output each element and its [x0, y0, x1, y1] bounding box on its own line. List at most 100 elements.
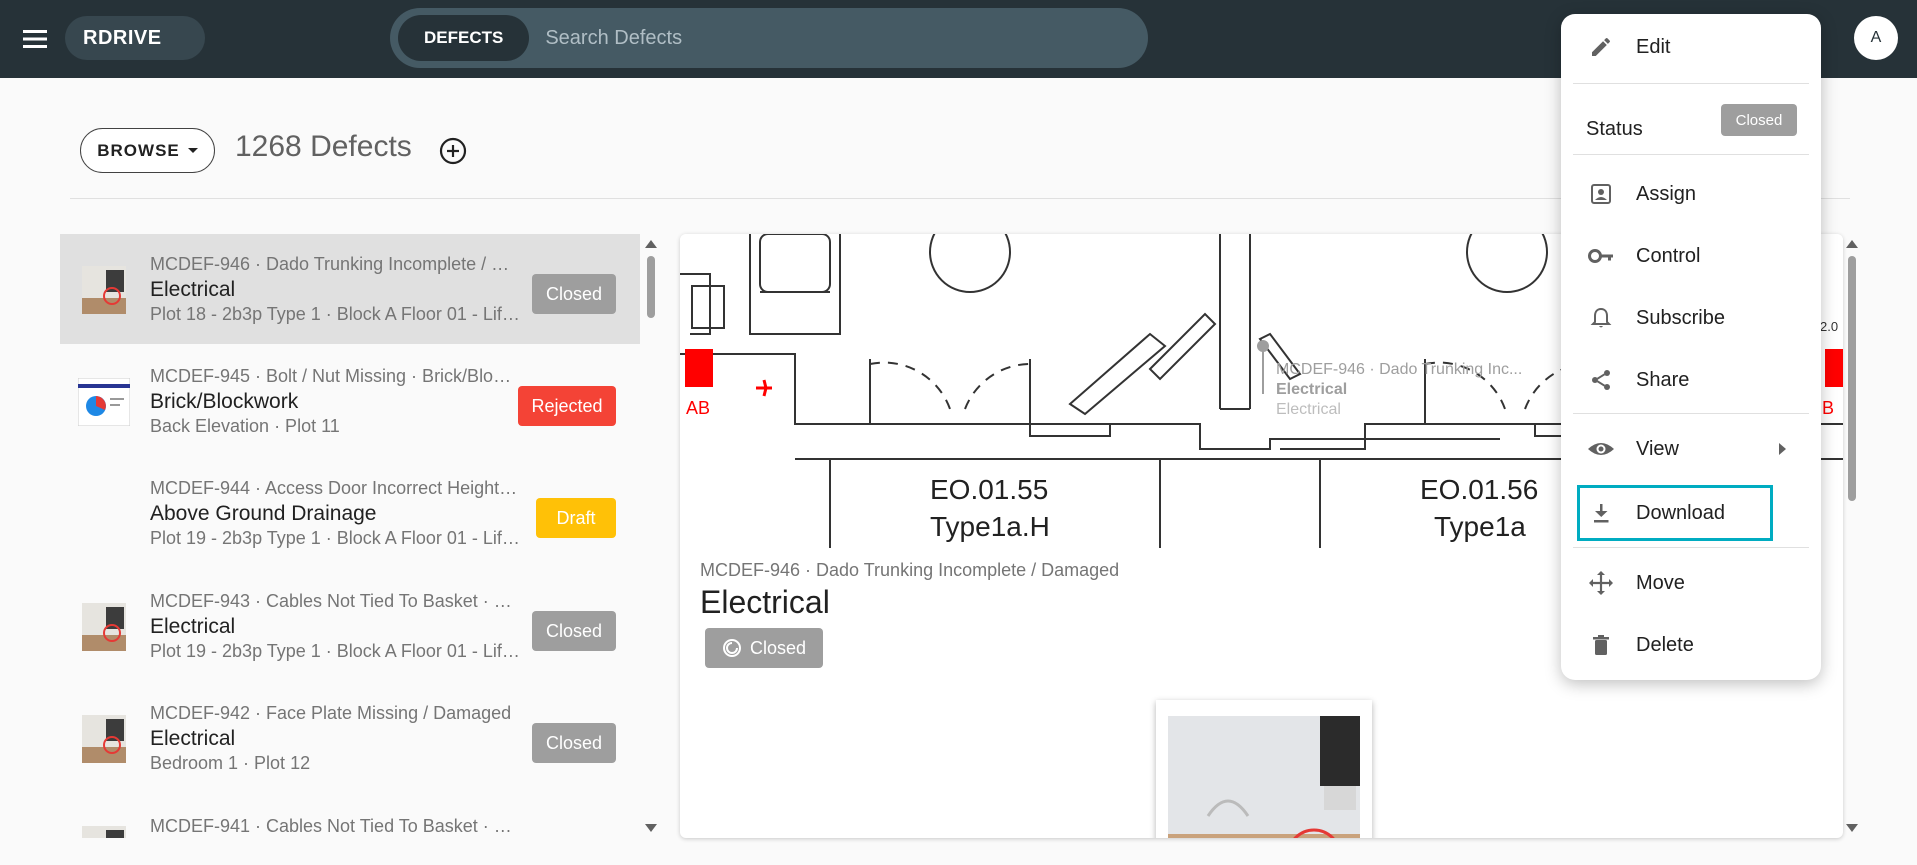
hamburger-menu-button[interactable]: [18, 22, 52, 56]
list-scrollbar-thumb[interactable]: [647, 256, 655, 318]
defect-location: Plot 19 - 2b3p Type 1 · Block A Floor 01…: [150, 528, 520, 548]
app-logo[interactable]: RDRIVE: [65, 16, 205, 60]
menu-divider: [1573, 83, 1809, 84]
list-item[interactable]: MCDEF-943 · Cables Not Tied To Basket · …: [60, 571, 640, 681]
defect-location: Bedroom 1 · Plot 12: [150, 753, 311, 773]
chevron-right-icon: [1779, 443, 1786, 455]
user-avatar[interactable]: A: [1854, 16, 1898, 60]
share-icon: [1587, 366, 1615, 394]
detail-defect-title: Electrical: [700, 584, 830, 620]
room-type-1: Type1a.H: [930, 511, 1050, 542]
assign-person-icon: [1587, 180, 1615, 208]
bell-icon: [1587, 304, 1615, 332]
list-item[interactable]: MCDEF-942 · Face Plate Missing / Damaged…: [60, 683, 640, 793]
detail-scroll-down-arrow[interactable]: [1846, 824, 1858, 832]
status-badge: Closed: [532, 723, 616, 763]
detail-status-badge: Closed: [705, 628, 823, 668]
search-scope-chip[interactable]: DEFECTS: [398, 15, 530, 61]
status-badge: Closed: [532, 611, 616, 651]
defect-actions-menu: Edit Status Closed Assign Control Subscr…: [1561, 14, 1821, 680]
add-circle-icon[interactable]: [438, 136, 468, 166]
status-closed-icon: [722, 639, 741, 657]
pin-title: Electrical: [1276, 381, 1347, 398]
menu-item-label: Move: [1636, 571, 1685, 594]
list-item[interactable]: MCDEF-946 · Dado Trunking Incomplete / D…: [60, 234, 640, 344]
plan-edge-label: B: [1822, 398, 1834, 418]
menu-item-label: Delete: [1636, 633, 1694, 656]
defect-code: MCDEF-945 · Bolt / Nut Missing · Brick/B…: [150, 366, 520, 386]
defect-code: MCDEF-944 · Access Door Incorrect Height…: [150, 478, 520, 498]
menu-item-label: View: [1636, 437, 1679, 460]
defect-thumbnail: [78, 378, 130, 426]
search-bar: DEFECTS: [390, 8, 1148, 68]
defect-location: Plot 19 - 2b3p Type 1 · Block A Floor 01…: [150, 641, 520, 661]
defect-code: MCDEF-943 · Cables Not Tied To Basket · …: [150, 591, 520, 611]
menu-item-label: Subscribe: [1636, 306, 1725, 329]
defect-thumbnail: [82, 826, 126, 838]
detail-scrollbar-thumb[interactable]: [1848, 256, 1856, 501]
menu-item-view[interactable]: View: [1561, 424, 1821, 474]
menu-item-share[interactable]: Share: [1561, 355, 1821, 405]
status-badge: Rejected: [518, 386, 616, 426]
logo-text: RDRIVE: [83, 26, 162, 49]
defect-thumbnail: [82, 603, 126, 651]
room-type-2: Type1a: [1434, 511, 1526, 542]
menu-item-label: Download: [1636, 501, 1725, 524]
defects-list: MCDEF-946 · Dado Trunking Incomplete / D…: [60, 234, 640, 838]
menu-item-label: Edit: [1636, 35, 1671, 58]
defects-count: 1268 Defects: [235, 130, 412, 163]
download-icon: [1587, 499, 1615, 527]
defect-title: Electrical: [150, 615, 236, 638]
defect-code: MCDEF-946 · Dado Trunking Incomplete / D…: [150, 254, 520, 274]
menu-status-label: Status: [1586, 118, 1643, 140]
menu-divider: [1573, 547, 1809, 548]
plan-marker-label: AB: [686, 398, 710, 418]
menu-divider: [1573, 154, 1809, 155]
menu-item-label: Share: [1636, 368, 1690, 391]
defect-title: Electrical: [150, 727, 236, 750]
menu-item-subscribe[interactable]: Subscribe: [1561, 293, 1821, 343]
defect-thumbnail: [82, 715, 126, 763]
menu-item-delete[interactable]: Delete: [1561, 620, 1821, 670]
defect-title: Brick/Blockwork: [150, 390, 299, 413]
menu-item-move[interactable]: Move: [1561, 558, 1821, 608]
list-item[interactable]: MCDEF-945 · Bolt / Nut Missing · Brick/B…: [60, 346, 640, 456]
defect-code: MCDEF-942 · Face Plate Missing / Damaged: [150, 703, 512, 723]
plan-edge-top-label: 2.0: [1820, 319, 1838, 334]
menu-item-download[interactable]: Download: [1561, 488, 1821, 538]
defect-thumbnail: [82, 266, 126, 314]
defect-title: Above Ground Drainage: [150, 502, 377, 525]
menu-item-control[interactable]: Control: [1561, 231, 1821, 281]
eye-icon: [1587, 435, 1615, 463]
defect-location: Back Elevation · Plot 11: [150, 416, 340, 436]
detail-defect-code: MCDEF-946 · Dado Trunking Incomplete / D…: [700, 560, 1120, 580]
menu-item-label: Assign: [1636, 182, 1697, 205]
browse-label: BROWSE: [97, 140, 180, 160]
defect-location: Plot 18 - 2b3p Type 1 · Block A Floor 01…: [150, 304, 520, 324]
defect-photo[interactable]: [1156, 700, 1372, 838]
menu-status-chip[interactable]: Closed: [1721, 104, 1797, 136]
defect-code: MCDEF-941 · Cables Not Tied To Basket · …: [150, 816, 520, 836]
list-scroll-up-arrow[interactable]: [645, 240, 657, 248]
menu-item-assign[interactable]: Assign: [1561, 169, 1821, 219]
detail-scroll-up-arrow[interactable]: [1846, 240, 1858, 248]
list-item[interactable]: MCDEF-941 · Cables Not Tied To Basket · …: [60, 796, 640, 838]
caret-down-icon: [187, 148, 198, 153]
detail-status-label: Closed: [749, 637, 807, 658]
search-input[interactable]: [529, 15, 1140, 61]
menu-divider: [1573, 413, 1809, 414]
pencil-icon: [1587, 33, 1615, 61]
status-badge: Closed: [532, 274, 616, 314]
defect-title: Electrical: [150, 278, 236, 301]
pin-subtitle: Electrical: [1276, 401, 1341, 418]
status-badge: Draft: [536, 498, 616, 538]
menu-item-edit[interactable]: Edit: [1561, 22, 1821, 72]
browse-dropdown-button[interactable]: BROWSE: [80, 128, 215, 173]
trash-icon: [1587, 631, 1615, 659]
list-item[interactable]: MCDEF-944 · Access Door Incorrect Height…: [60, 458, 640, 568]
menu-icon: [23, 30, 47, 48]
move-arrows-icon: [1587, 569, 1615, 597]
menu-item-label: Control: [1636, 244, 1701, 267]
list-scroll-down-arrow[interactable]: [645, 824, 657, 832]
room-name-1: EO.01.55: [930, 474, 1048, 505]
